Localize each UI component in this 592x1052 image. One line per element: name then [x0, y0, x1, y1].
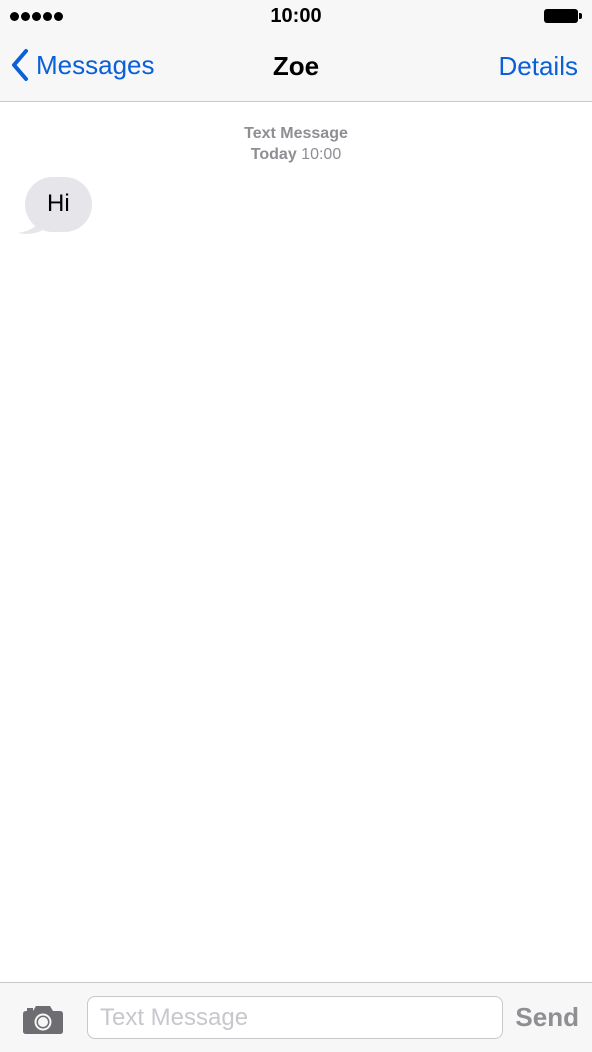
- details-button[interactable]: Details: [499, 51, 578, 82]
- camera-icon: [23, 1006, 63, 1034]
- message-row: Hi: [17, 177, 92, 234]
- messages-screen: 10:00 Messages Zoe Details Text Message …: [0, 0, 592, 1052]
- status-bar: 10:00: [0, 0, 592, 34]
- service-label: Text Message: [244, 125, 348, 142]
- camera-button[interactable]: [22, 1003, 64, 1035]
- navigation-bar: Messages Zoe Details: [0, 34, 592, 102]
- input-bar: Send: [0, 982, 592, 1052]
- time-label: 10:00: [301, 146, 342, 163]
- message-input[interactable]: [87, 996, 503, 1039]
- conversation-view[interactable]: Text Message Today 10:00 Hi: [0, 102, 592, 982]
- day-label: Today: [250, 146, 297, 163]
- send-button[interactable]: Send: [515, 1002, 579, 1033]
- battery-full-icon: [544, 9, 582, 23]
- status-time: 10:00: [270, 5, 322, 27]
- timestamp-header: Text Message Today 10:00: [0, 123, 592, 165]
- incoming-message-bubble[interactable]: Hi: [25, 177, 92, 232]
